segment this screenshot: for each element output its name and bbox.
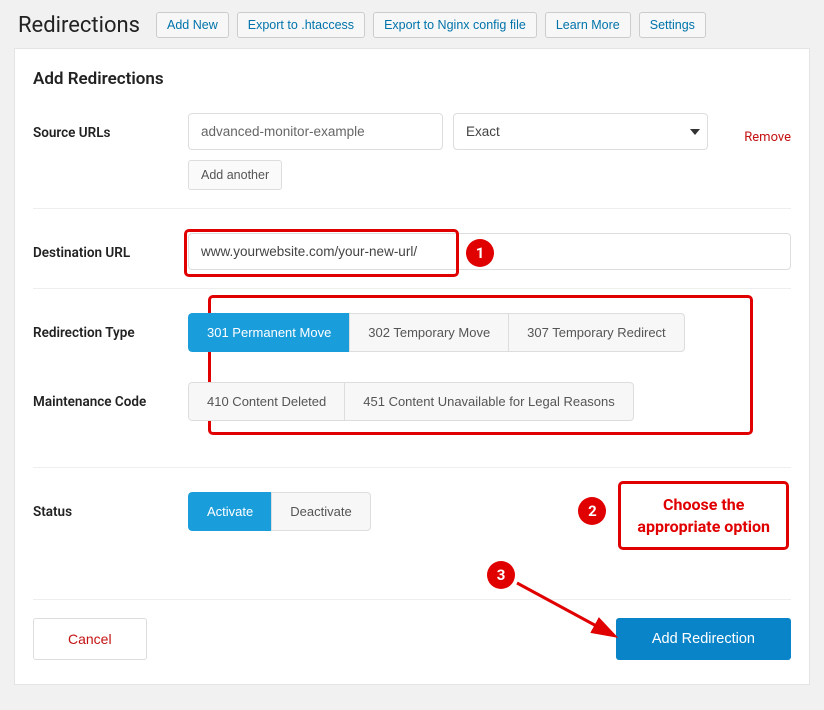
source-url-input[interactable] [188, 113, 443, 150]
add-another-button[interactable]: Add another [188, 160, 282, 190]
type-section: Redirection Type 301 Permanent Move 302 … [33, 307, 791, 467]
annotation-badge-3: 3 [487, 561, 515, 589]
panel-footer: Cancel Add Redirection [33, 599, 791, 684]
export-nginx-button[interactable]: Export to Nginx config file [373, 12, 537, 38]
source-urls-label: Source URLs [33, 113, 188, 141]
page-title: Redirections [18, 13, 140, 38]
page-header: Redirections Add New Export to .htaccess… [0, 0, 824, 48]
add-redirections-panel: Add Redirections Source URLs Exact Remov… [14, 48, 810, 685]
maint-451-button[interactable]: 451 Content Unavailable for Legal Reason… [344, 382, 634, 421]
status-deactivate-button[interactable]: Deactivate [271, 492, 370, 531]
learn-more-button[interactable]: Learn More [545, 12, 631, 38]
export-htaccess-button[interactable]: Export to .htaccess [237, 12, 365, 38]
redirection-type-group: 301 Permanent Move 302 Temporary Move 30… [188, 313, 791, 352]
status-label: Status [33, 492, 188, 520]
destination-url-input[interactable] [188, 233, 791, 270]
redirect-307-button[interactable]: 307 Temporary Redirect [508, 313, 685, 352]
settings-button[interactable]: Settings [639, 12, 706, 38]
panel-heading: Add Redirections [33, 69, 791, 89]
match-type-select[interactable]: Exact [453, 113, 708, 150]
add-redirection-button[interactable]: Add Redirection [616, 618, 791, 660]
redirect-301-button[interactable]: 301 Permanent Move [188, 313, 350, 352]
redirection-type-label: Redirection Type [33, 313, 188, 341]
cancel-button[interactable]: Cancel [33, 618, 147, 660]
remove-source-link[interactable]: Remove [744, 118, 791, 145]
maint-410-button[interactable]: 410 Content Deleted [188, 382, 345, 421]
source-urls-row: Source URLs Exact Remove Add another [33, 107, 791, 209]
status-group: Activate Deactivate [188, 492, 791, 531]
redirect-302-button[interactable]: 302 Temporary Move [349, 313, 509, 352]
status-activate-button[interactable]: Activate [188, 492, 272, 531]
destination-url-row: Destination URL 1 [33, 227, 791, 289]
destination-url-label: Destination URL [33, 233, 188, 261]
maintenance-code-label: Maintenance Code [33, 382, 188, 410]
add-new-button[interactable]: Add New [156, 12, 229, 38]
maintenance-code-group: 410 Content Deleted 451 Content Unavaila… [188, 382, 791, 421]
